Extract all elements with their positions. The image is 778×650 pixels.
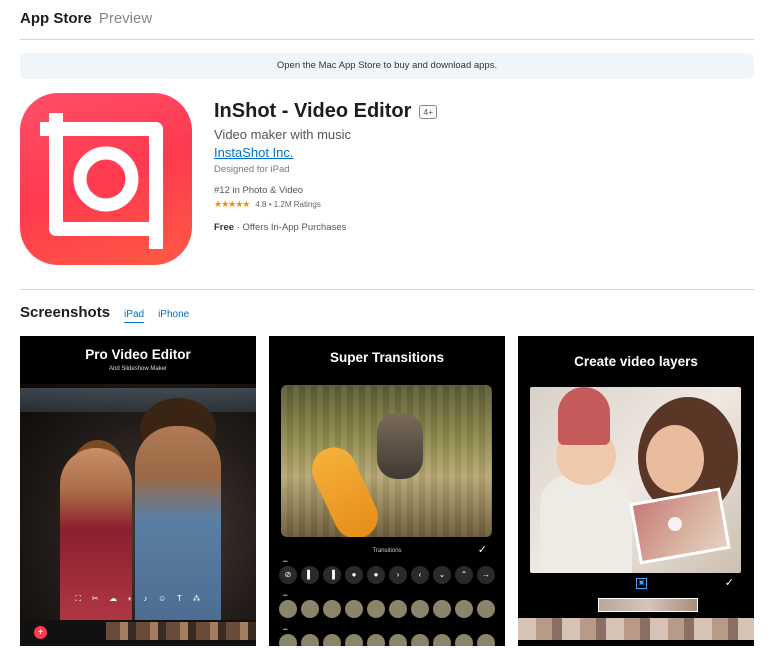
designed-for: Designed for iPad xyxy=(214,164,290,175)
transitions-label: Transitions xyxy=(372,548,402,554)
play-icon xyxy=(668,517,682,531)
layer-track xyxy=(598,598,698,612)
transition-icon xyxy=(279,600,297,618)
baby-hat xyxy=(558,387,610,445)
screenshot-caption: Create video layers xyxy=(574,354,698,369)
app-store-brand[interactable]: App Store xyxy=(20,10,92,27)
add-icon: + xyxy=(34,626,47,639)
transition-icon xyxy=(477,634,495,646)
transition-row-super xyxy=(279,600,495,618)
transition-icon: ▐ xyxy=(323,566,341,584)
editor-toolbar: ⛶ ✂ ☁ ◐ ♪ ☺ T ⁂ xyxy=(20,594,256,604)
divider xyxy=(20,289,754,290)
transition-preview-photo xyxy=(281,385,492,537)
transition-icon xyxy=(411,634,429,646)
transition-icon xyxy=(455,634,473,646)
app-info: InShot - Video Editor 4+ Video maker wit… xyxy=(214,100,438,233)
person-face xyxy=(646,425,704,493)
transition-icon xyxy=(279,634,297,646)
background-window xyxy=(20,388,256,412)
section-marker: ▬ xyxy=(283,626,288,631)
app-subtitle: Video maker with music xyxy=(214,127,352,142)
price-row: Free · Offers In-App Purchases xyxy=(214,222,437,233)
transition-icon xyxy=(345,634,363,646)
transition-row-glitch xyxy=(279,634,495,646)
transition-icon: ● xyxy=(367,566,385,584)
layer-controls: ▣ ✓ xyxy=(530,577,742,592)
layer-icon: ▣ xyxy=(636,578,647,589)
section-marker: ▬ xyxy=(283,592,288,597)
transition-icon xyxy=(345,600,363,618)
transition-icon xyxy=(367,634,385,646)
layer-preview-photo xyxy=(530,387,741,573)
effects-icon: ⁂ xyxy=(192,594,201,603)
transition-icon xyxy=(477,600,495,618)
transition-icon xyxy=(455,600,473,618)
divider xyxy=(20,39,754,40)
transition-icon: ● xyxy=(345,566,363,584)
timeline-filmstrip xyxy=(106,622,256,640)
transition-row-basic: ⊘ ▌ ▐ ● ● › ‹ ⌄ ⌃ → xyxy=(279,566,495,584)
screenshot-subcaption: And Slideshow Maker xyxy=(108,366,168,372)
screenshot-caption: Pro Video Editor xyxy=(85,347,191,362)
baby-body xyxy=(540,475,632,573)
tab-iphone[interactable]: iPhone xyxy=(158,309,189,322)
star-rating-icon: ★★★★★ xyxy=(214,199,250,209)
screenshot-3[interactable]: Create video layers ▣ ✓ xyxy=(518,336,754,646)
transition-icon xyxy=(433,634,451,646)
transition-icon: ⌄ xyxy=(433,566,451,584)
age-rating-badge: 4+ xyxy=(419,104,438,119)
screenshot-1[interactable]: Pro Video Editor And Slideshow Maker ⛶ ✂… xyxy=(20,336,256,646)
preview-label: Preview xyxy=(98,10,153,27)
screenshots-header: Screenshots iPad iPhone xyxy=(20,304,189,323)
developer-link[interactable]: InstaShot Inc. xyxy=(214,145,294,160)
sticker-icon: ☺ xyxy=(158,594,167,603)
app-title: InShot - Video Editor xyxy=(214,100,412,122)
tab-ipad[interactable]: iPad xyxy=(124,309,145,323)
music-icon: ♪ xyxy=(143,594,148,603)
transition-icon xyxy=(389,634,407,646)
skater-figure xyxy=(377,413,423,479)
open-mac-app-store-banner[interactable]: Open the Mac App Store to buy and downlo… xyxy=(20,53,754,79)
section-marker: ▬ xyxy=(283,558,288,563)
transition-icon: ⌃ xyxy=(455,566,473,584)
transition-icon xyxy=(389,600,407,618)
color-icon: ◐ xyxy=(127,594,133,603)
category-rank[interactable]: #12 in Photo & Video xyxy=(214,185,437,196)
crop-icon: ⛶ xyxy=(75,594,81,603)
price: Free xyxy=(214,222,235,233)
rating-text: 4.8 • 1.2M Ratings xyxy=(255,200,321,209)
checkmark-icon: ✓ xyxy=(477,544,487,556)
transition-icon xyxy=(433,600,451,618)
timeline-filmstrip xyxy=(518,618,754,640)
screenshots-title: Screenshots xyxy=(20,304,111,321)
transition-icon xyxy=(301,600,319,618)
app-icon xyxy=(20,93,192,265)
transition-icon xyxy=(323,600,341,618)
crop-camera-icon xyxy=(40,113,163,249)
none-icon: ⊘ xyxy=(279,566,297,584)
checkmark-icon: ✓ xyxy=(724,577,734,589)
transition-icon xyxy=(367,600,385,618)
top-bar: App Store Preview xyxy=(20,10,152,27)
transition-icon: ‹ xyxy=(411,566,429,584)
transition-icon xyxy=(411,600,429,618)
transition-icon xyxy=(301,634,319,646)
transition-icon: › xyxy=(389,566,407,584)
scissors-icon: ✂ xyxy=(91,594,99,603)
transition-icon xyxy=(323,634,341,646)
filter-icon: ☁ xyxy=(109,594,118,603)
in-app-purchases-note: · Offers In-App Purchases xyxy=(234,222,347,233)
screenshot-2[interactable]: Super Transitions Transitions ✓ ▬ ⊘ ▌ ▐ … xyxy=(269,336,505,646)
rating-row: ★★★★★ 4.8 • 1.2M Ratings xyxy=(214,199,437,210)
screenshot-caption: Super Transitions xyxy=(329,350,445,365)
transition-icon: → xyxy=(477,566,495,584)
text-icon: T xyxy=(177,594,182,603)
transition-icon: ▌ xyxy=(301,566,319,584)
